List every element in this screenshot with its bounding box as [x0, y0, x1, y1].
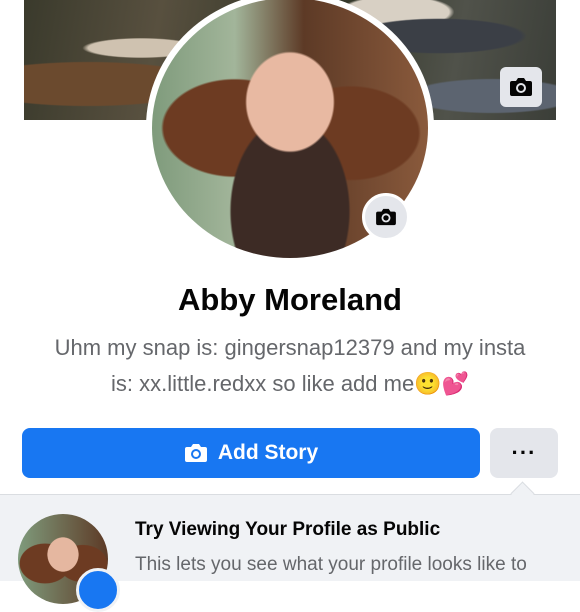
camera-icon: [184, 444, 207, 462]
tip-text: This lets you see what your profile look…: [135, 554, 527, 575]
add-story-button[interactable]: Add Story: [22, 428, 480, 478]
camera-icon: [376, 208, 396, 226]
profile-name: Abby Moreland: [178, 282, 402, 317]
bio-line-1: Uhm my snap is: gingersnap12379 and my i…: [54, 335, 526, 360]
more-dots-icon: ···: [511, 440, 537, 465]
bio-line-2: is: xx.little.redxx so like add me🙂💕: [110, 371, 469, 396]
cover-camera-button[interactable]: [500, 67, 542, 107]
tip-title: Try Viewing Your Profile as Public: [135, 519, 441, 540]
profile-bio: Uhm my snap is: gingersnap12379 and my i…: [30, 330, 550, 402]
tip-badge-icon: [76, 568, 120, 612]
add-story-label: Add Story: [217, 441, 319, 464]
avatar-camera-button[interactable]: [362, 193, 410, 241]
camera-icon: [510, 78, 532, 96]
more-options-button[interactable]: ···: [490, 428, 558, 478]
